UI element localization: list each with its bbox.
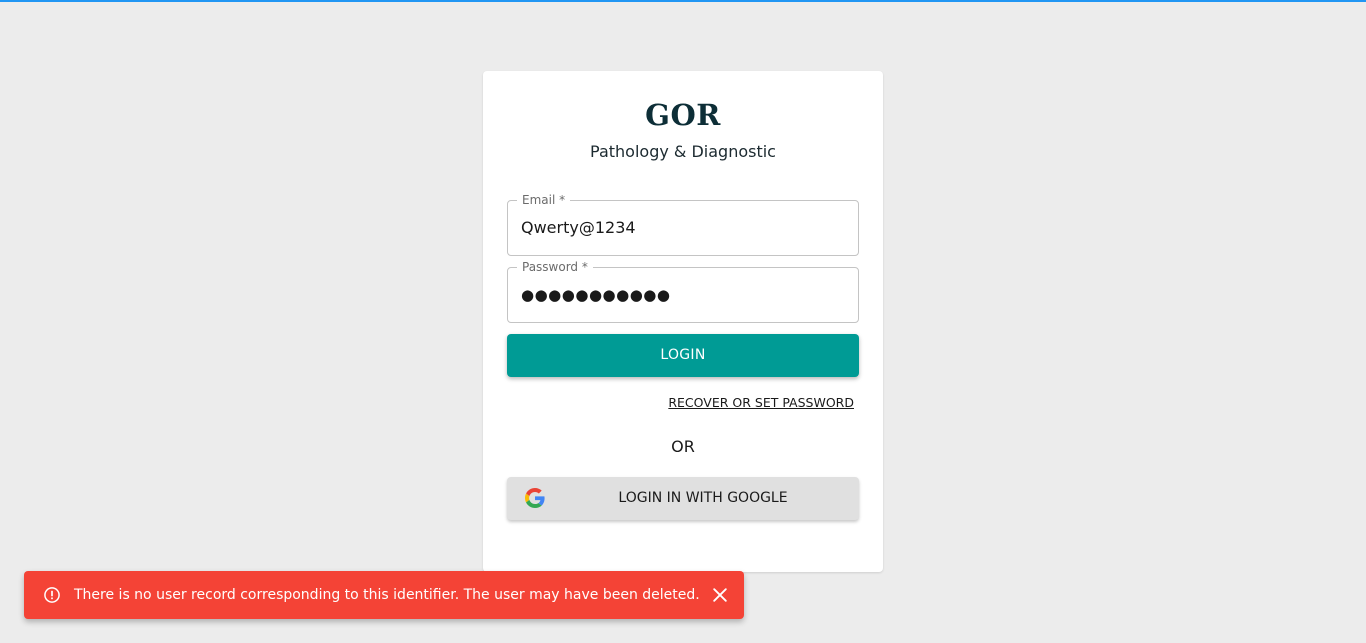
google-login-label: LOGIN IN WITH GOOGLE — [618, 490, 788, 506]
brand-title: GOR — [645, 98, 721, 132]
alert-circle-icon — [44, 587, 60, 603]
password-value[interactable]: ●●●●●●●●●●● — [521, 268, 670, 322]
login-button[interactable]: LOGIN — [507, 334, 859, 377]
google-icon — [525, 488, 545, 508]
or-divider-text: OR — [671, 437, 695, 456]
google-login-button[interactable]: LOGIN IN WITH GOOGLE — [507, 477, 859, 520]
email-field[interactable]: Email * Qwerty@1234 — [507, 193, 859, 256]
loading-top-bar — [0, 0, 1366, 2]
error-message: There is no user record corresponding to… — [74, 587, 700, 603]
login-card: GOR Pathology & Diagnostic Email * Qwert… — [483, 71, 883, 572]
close-icon[interactable] — [710, 585, 730, 605]
brand-subtitle: Pathology & Diagnostic — [590, 142, 776, 161]
recover-password-link[interactable]: RECOVER OR SET PASSWORD — [668, 395, 854, 410]
password-field[interactable]: Password * ●●●●●●●●●●● — [507, 260, 859, 323]
email-value[interactable]: Qwerty@1234 — [521, 201, 636, 255]
error-toast: There is no user record corresponding to… — [24, 571, 744, 619]
